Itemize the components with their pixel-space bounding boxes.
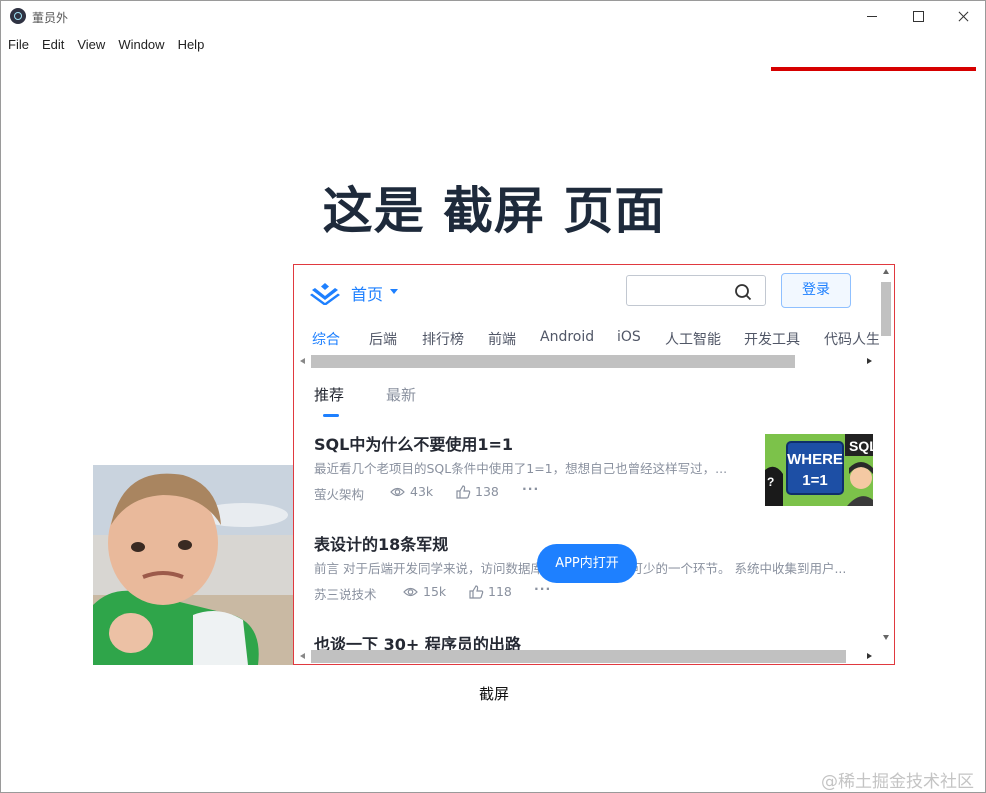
article-author[interactable]: 苏三说技术 <box>314 584 377 603</box>
scroll-right-arrow[interactable] <box>867 653 872 659</box>
close-button[interactable] <box>941 1 986 32</box>
category-item[interactable]: 开发工具 <box>744 329 800 349</box>
like-icon[interactable] <box>456 485 471 502</box>
scroll-right-arrow[interactable] <box>867 358 872 364</box>
category-nav: 综合 后端 排行榜 前端 Android iOS 人工智能 开发工具 代码人生 <box>294 329 879 351</box>
category-item[interactable]: 人工智能 <box>665 329 721 349</box>
article-views: 43k <box>410 484 434 499</box>
menu-help[interactable]: Help <box>171 34 211 56</box>
article-likes: 138 <box>475 484 499 499</box>
category-item[interactable]: Android <box>540 329 594 345</box>
menu-file[interactable]: File <box>1 34 35 56</box>
article-thumbnail-image: WHERE 1=1 SQL ? <box>765 434 873 506</box>
category-item[interactable]: 排行榜 <box>422 329 464 349</box>
maximize-button[interactable] <box>895 1 941 32</box>
page-heading: 这是 截屏 页面 <box>322 182 666 240</box>
embedded-page: 首页 登录 综合 后端 排行榜 前端 Android iOS 人工智能 开发工具… <box>293 264 895 665</box>
article-item[interactable]: 也谈一下 30+ 程序员的出路 <box>314 631 874 654</box>
article-title[interactable]: 表设计的18条军规 <box>314 531 448 555</box>
category-horizontal-scrollbar[interactable] <box>294 355 879 368</box>
juejin-logo-icon[interactable] <box>309 281 341 305</box>
vertical-scroll-thumb[interactable] <box>881 282 891 336</box>
active-tab-indicator <box>323 414 339 417</box>
home-nav-link[interactable]: 首页 <box>351 281 383 305</box>
red-line-marker <box>771 67 976 71</box>
login-button[interactable]: 登录 <box>781 273 851 308</box>
vertical-scrollbar[interactable] <box>879 265 894 664</box>
category-item[interactable]: 前端 <box>488 329 516 349</box>
caret-down-icon[interactable] <box>390 289 398 294</box>
search-input[interactable] <box>633 281 733 301</box>
article-abstract: 最近看几个老项目的SQL条件中使用了1=1，想想自己也曾经这样写过，... <box>314 461 728 476</box>
menu-bar: File Edit View Window Help <box>1 34 210 56</box>
category-item[interactable]: 代码人生 <box>824 329 879 349</box>
minimize-button[interactable] <box>849 1 895 32</box>
scroll-down-arrow[interactable] <box>883 635 889 640</box>
baby-photo-image <box>93 465 294 665</box>
thumb-text-question: ? <box>767 475 774 489</box>
bottom-horizontal-scrollbar[interactable] <box>294 650 879 663</box>
scroll-up-arrow[interactable] <box>883 269 889 274</box>
article-item[interactable]: SQL中为什么不要使用1=1 最近看几个老项目的SQL条件中使用了1=1，想想自… <box>314 431 874 511</box>
more-icon[interactable]: ··· <box>534 581 551 596</box>
more-icon[interactable]: ··· <box>522 481 539 496</box>
eye-icon <box>403 585 418 602</box>
horizontal-scroll-thumb[interactable] <box>311 355 795 368</box>
menu-view[interactable]: View <box>70 34 111 56</box>
app-open-button[interactable]: APP内打开 <box>537 544 637 583</box>
eye-icon <box>390 485 405 502</box>
tab-latest[interactable]: 最新 <box>386 384 416 405</box>
title-bar[interactable]: 董员外 <box>1 1 985 32</box>
article-title[interactable]: SQL中为什么不要使用1=1 <box>314 431 513 455</box>
menu-edit[interactable]: Edit <box>35 34 70 56</box>
search-icon[interactable] <box>733 282 753 302</box>
horizontal-scroll-thumb[interactable] <box>311 650 846 663</box>
category-item[interactable]: 后端 <box>369 329 397 349</box>
thumb-text-sql: SQL <box>849 438 873 454</box>
category-item[interactable]: 综合 <box>312 329 340 349</box>
article-thumbnail[interactable]: WHERE 1=1 SQL ? <box>765 434 873 506</box>
thumb-text-condition: 1=1 <box>802 472 827 489</box>
app-icon <box>10 8 26 24</box>
like-icon[interactable] <box>469 585 484 602</box>
watermark: @稀土掘金技术社区 <box>821 772 974 792</box>
window-title: 董员外 <box>32 11 69 25</box>
article-author[interactable]: 萤火架构 <box>314 484 364 503</box>
tab-recommended[interactable]: 推荐 <box>314 384 344 405</box>
baby-photo <box>93 465 294 665</box>
menu-window[interactable]: Window <box>111 34 170 56</box>
article-likes: 118 <box>488 584 512 599</box>
screenshot-caption: 截屏 <box>478 685 509 703</box>
app-window: 董员外 File Edit View Window Help 这是 截屏 页面 <box>0 0 986 793</box>
scroll-left-arrow[interactable] <box>300 653 305 659</box>
search-box[interactable] <box>626 275 766 306</box>
thumb-text-where: WHERE <box>787 451 843 468</box>
article-views: 15k <box>423 584 447 599</box>
scroll-left-arrow[interactable] <box>300 358 305 364</box>
category-item[interactable]: iOS <box>617 329 641 345</box>
